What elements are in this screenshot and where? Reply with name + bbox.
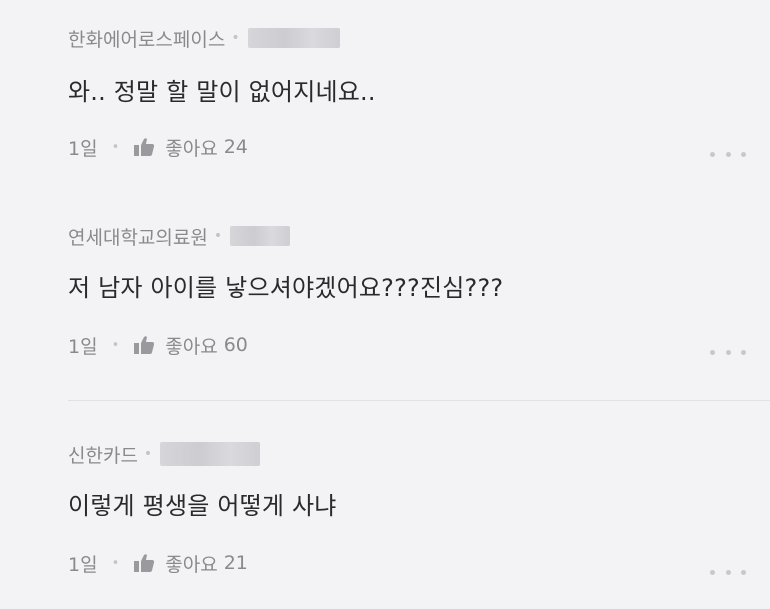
comment-meta-row: 1일 • 좋아요 21 [68,550,248,576]
separator-dot: • [111,337,120,353]
author-company[interactable]: 신한카드 [68,441,138,468]
thumbs-up-icon [134,336,155,354]
comment-author-row: 연세대학교의료원 • [68,222,291,250]
separator-dot: • [111,555,120,571]
more-options-button[interactable] [710,344,746,360]
like-count: 60 [223,334,248,356]
comment-author-row: 한화에어로스페이스 • [68,24,340,52]
separator-dot: • [213,228,223,244]
more-options-button[interactable] [710,146,746,162]
comment-item: 연세대학교의료원 • 저 남자 아이를 낳으셔야겠어요???진심??? 1일 •… [68,200,770,390]
comment-time: 1일 [68,553,98,576]
like-label: 좋아요 [165,137,218,160]
comment-time: 1일 [68,137,98,160]
like-button[interactable]: 좋아요 60 [133,332,248,359]
comment-text: 이렇게 평생을 어떻게 사냐 [68,492,337,520]
comment-meta-row: 1일 • 좋아요 24 [68,134,248,160]
author-company[interactable]: 한화에어로스페이스 [68,25,225,52]
comment-author-row: 신한카드 • [68,440,261,468]
author-company[interactable]: 연세대학교의료원 [68,223,208,250]
masked-author-name [230,226,291,246]
comment-meta-row: 1일 • 좋아요 60 [68,332,248,358]
more-options-icon [710,569,715,575]
divider [68,400,770,401]
comment-text: 와.. 정말 할 말이 없어지네요.. [68,78,376,106]
thumbs-up-icon [134,138,155,156]
comment-time: 1일 [68,335,98,358]
more-options-button[interactable] [710,564,746,580]
like-label: 좋아요 [165,335,218,358]
separator-dot: • [111,139,120,155]
like-count: 24 [223,136,248,158]
masked-author-name [160,442,261,466]
more-options-icon [710,151,715,157]
like-button[interactable]: 좋아요 24 [133,134,248,161]
comment-item: 한화에어로스페이스 • 와.. 정말 할 말이 없어지네요.. 1일 • 좋아요… [68,0,770,190]
like-button[interactable]: 좋아요 21 [133,550,248,577]
more-options-icon [710,349,715,355]
separator-dot: • [231,30,240,46]
comment-item: 신한카드 • 이렇게 평생을 어떻게 사냐 1일 • 좋아요 21 [68,420,770,609]
masked-author-name [247,28,340,48]
comment-text: 저 남자 아이를 낳으셔야겠어요???진심??? [68,274,504,302]
like-count: 21 [223,552,248,574]
thumbs-up-icon [134,554,155,572]
like-label: 좋아요 [165,553,218,576]
separator-dot: • [143,446,153,462]
